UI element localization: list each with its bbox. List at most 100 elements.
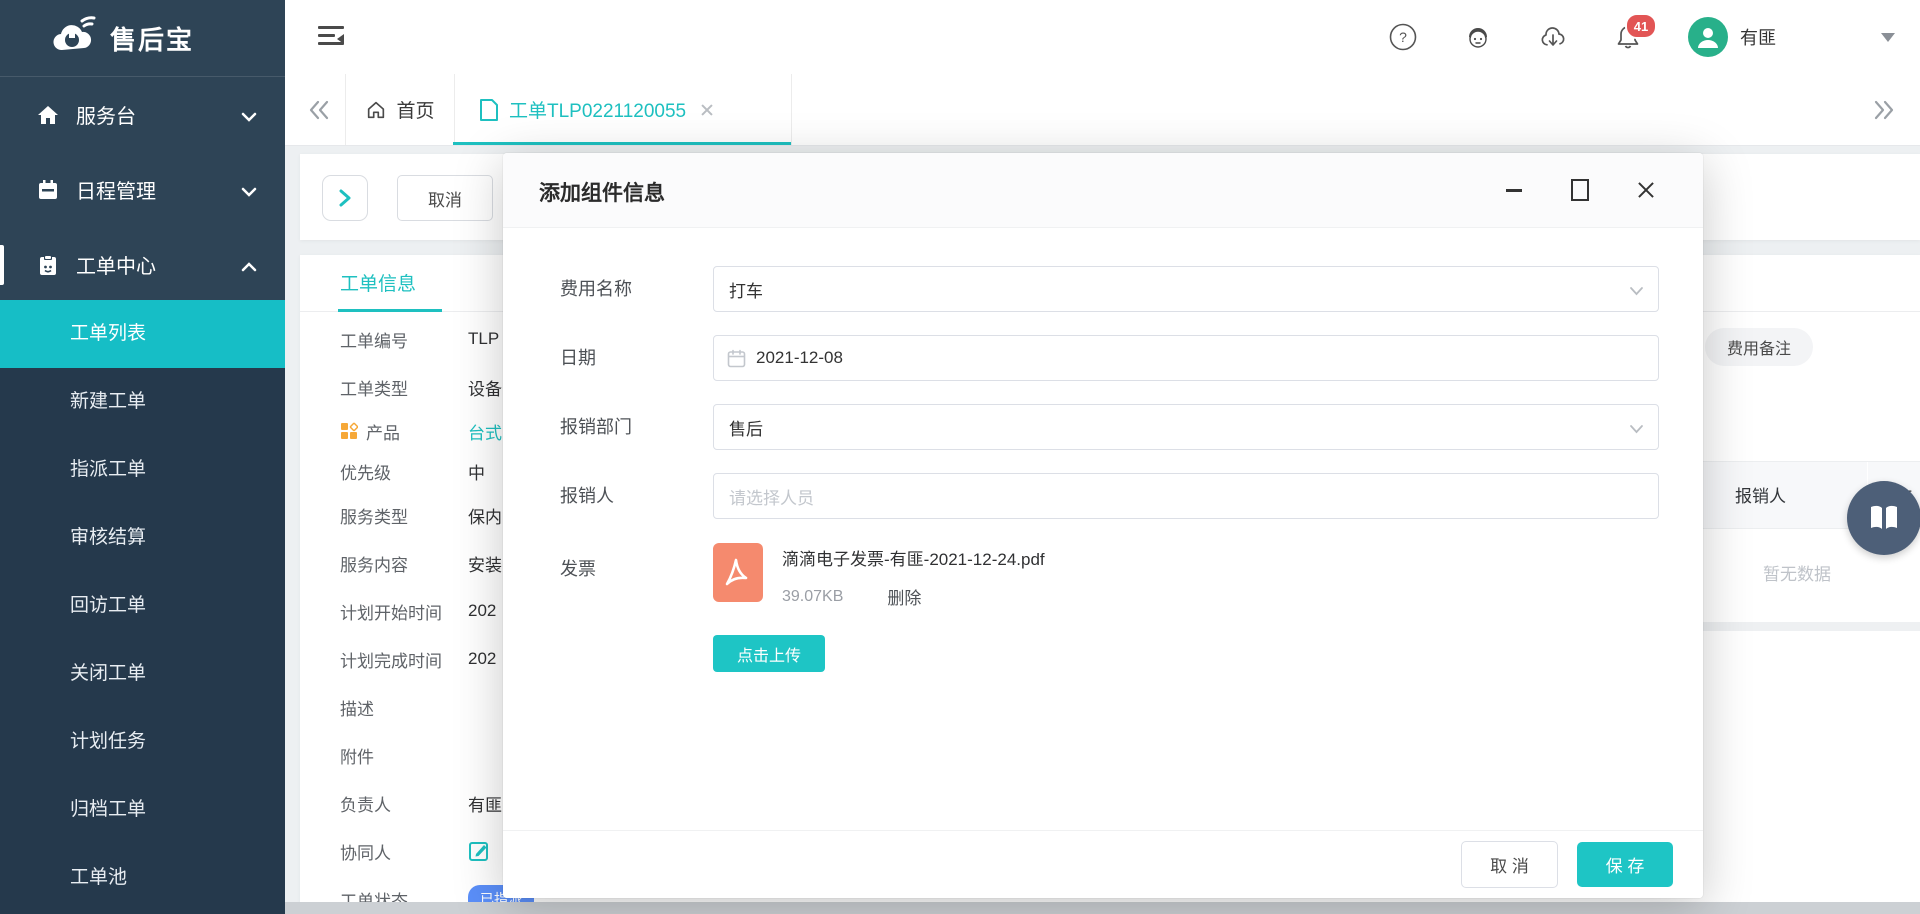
chevron-down-icon (1629, 283, 1644, 301)
field-label: 附件 (300, 743, 468, 768)
field-label: 负责人 (300, 791, 468, 816)
knowledge-base-button[interactable] (1847, 481, 1920, 555)
chevron-right-icon (338, 189, 352, 207)
notifications-button[interactable]: 41 (1613, 22, 1643, 52)
delete-file-link[interactable]: 删除 (887, 584, 921, 609)
sidebar: 售后宝 服务台 日程管理 工单中心 (0, 0, 285, 914)
sidebar-item-new-workorder[interactable]: 新建工单 (0, 368, 285, 436)
double-chevron-right-icon (1872, 99, 1896, 121)
tab-expense-note[interactable]: 费用备注 (1705, 328, 1813, 366)
department-row: 报销部门 售后 (560, 404, 1659, 450)
product-link[interactable]: 台式 (468, 419, 502, 444)
selected-value: 打车 (729, 277, 763, 302)
sidebar-item-planned-tasks[interactable]: 计划任务 (0, 708, 285, 776)
person-select[interactable]: 请选择人员 (713, 473, 1659, 519)
collapse-sidebar-button[interactable] (318, 26, 344, 48)
sidebar-item-audit-settlement[interactable]: 审核结算 (0, 504, 285, 572)
close-icon[interactable] (1635, 179, 1657, 201)
app-window: 售后宝 服务台 日程管理 工单中心 (0, 0, 1920, 914)
sidebar-item-workorder-center[interactable]: 工单中心 (0, 227, 285, 302)
date-picker[interactable]: 2021-12-08 (713, 335, 1659, 381)
tab-workorder[interactable]: 工单TLP0221120055 (453, 74, 792, 145)
detail-tab-underline (338, 309, 442, 312)
customer-service-button[interactable] (1463, 22, 1493, 52)
question-circle-icon: ? (1389, 23, 1417, 51)
sidebar-item-service-desk[interactable]: 服务台 (0, 77, 285, 152)
user-menu-caret-icon[interactable] (1881, 33, 1895, 42)
modal-cancel-button[interactable]: 取 消 (1461, 841, 1558, 888)
pdf-file-icon[interactable] (713, 543, 763, 602)
field-label: 服务类型 (300, 503, 468, 528)
help-button[interactable]: ? (1388, 22, 1418, 52)
sidebar-item-label: 工单中心 (76, 250, 156, 279)
add-component-modal: 添加组件信息 费用名称 打车 日期 2021-12-08 (503, 153, 1703, 898)
sidebar-item-archived-workorder[interactable]: 归档工单 (0, 776, 285, 844)
sidebar-item-schedule[interactable]: 日程管理 (0, 152, 285, 227)
top-header: ? 41 有匪 (285, 0, 1920, 75)
sidebar-item-workorder-pool[interactable]: 工单池 (0, 844, 285, 912)
empty-data-text: 暂无数据 (1763, 560, 1831, 585)
tabs-scroll-right-button[interactable] (1868, 94, 1900, 126)
modal-title: 添加组件信息 (539, 177, 665, 207)
sidebar-item-workorder-list[interactable]: 工单列表 (0, 300, 285, 368)
close-tab-icon[interactable] (700, 103, 714, 117)
horizontal-scrollbar[interactable] (285, 902, 1920, 914)
document-icon (479, 98, 499, 122)
book-icon (1867, 503, 1901, 533)
field-value: 202 (468, 649, 496, 669)
field-label: 协同人 (300, 839, 468, 864)
field-label: 报销部门 (560, 404, 713, 450)
upload-button[interactable]: 点击上传 (713, 635, 825, 672)
cancel-workorder-button[interactable]: 取消 (397, 175, 493, 221)
page-tab-bar: 首页 工单TLP0221120055 (285, 74, 1920, 146)
tab-home[interactable]: 首页 (345, 74, 455, 145)
avatar[interactable] (1688, 17, 1728, 57)
collapse-arrow-icon (337, 34, 344, 44)
tab-label: 首页 (396, 96, 434, 123)
field-label: 计划开始时间 (300, 599, 468, 624)
minimize-icon[interactable] (1503, 179, 1525, 201)
modal-save-button[interactable]: 保 存 (1577, 842, 1673, 887)
support-agent-icon (1464, 23, 1492, 51)
expense-name-select[interactable]: 打车 (713, 266, 1659, 312)
column-header-person: 报销人 (1735, 482, 1786, 507)
field-value: TLP (468, 329, 499, 349)
field-value: 中 (468, 459, 485, 484)
chevron-down-icon (241, 109, 257, 127)
chevron-down-icon (1629, 421, 1644, 439)
home-icon (36, 103, 62, 127)
person-row: 报销人 请选择人员 (560, 473, 1659, 519)
cloud-wrench-logo-icon (48, 14, 100, 63)
sidebar-item-return-visit[interactable]: 回访工单 (0, 572, 285, 640)
sidebar-item-assign-workorder[interactable]: 指派工单 (0, 436, 285, 504)
cloud-download-icon (1538, 23, 1568, 51)
download-center-button[interactable] (1538, 22, 1568, 52)
chevron-down-icon (241, 184, 257, 202)
calendar-icon (727, 349, 746, 368)
invoice-file-name[interactable]: 滴滴电子发票-有匪-2021-12-24.pdf (782, 545, 1045, 570)
workorder-submenu: 工单列表 新建工单 指派工单 审核结算 回访工单 关闭工单 计划任务 归档工单 … (0, 300, 285, 914)
active-tab-underline (453, 142, 791, 145)
sidebar-item-close-workorder[interactable]: 关闭工单 (0, 640, 285, 708)
field-label: 描述 (300, 695, 468, 720)
app-logo[interactable]: 售后宝 (0, 0, 285, 77)
expand-panel-button[interactable] (322, 175, 368, 221)
sidebar-item-label: 日程管理 (76, 175, 156, 204)
tab-workorder-info[interactable]: 工单信息 (340, 269, 416, 296)
department-select[interactable]: 售后 (713, 404, 1659, 450)
edit-collaborator-icon[interactable] (468, 840, 490, 862)
date-row: 日期 2021-12-08 (560, 335, 1659, 381)
field-label: 服务内容 (300, 551, 468, 576)
selected-value: 售后 (729, 415, 763, 440)
product-icon (340, 422, 358, 440)
tabs-scroll-left-button[interactable] (303, 94, 335, 126)
invoice-file-size: 39.07KB (782, 588, 843, 606)
double-chevron-left-icon (307, 99, 331, 121)
field-label: 优先级 (300, 459, 468, 484)
field-value: 安装 (468, 551, 502, 576)
expense-name-row: 费用名称 打车 (560, 266, 1659, 312)
field-label: 费用名称 (560, 266, 713, 312)
maximize-icon[interactable] (1569, 179, 1591, 201)
field-value: 保内 (468, 503, 502, 528)
person-icon (1695, 24, 1721, 50)
